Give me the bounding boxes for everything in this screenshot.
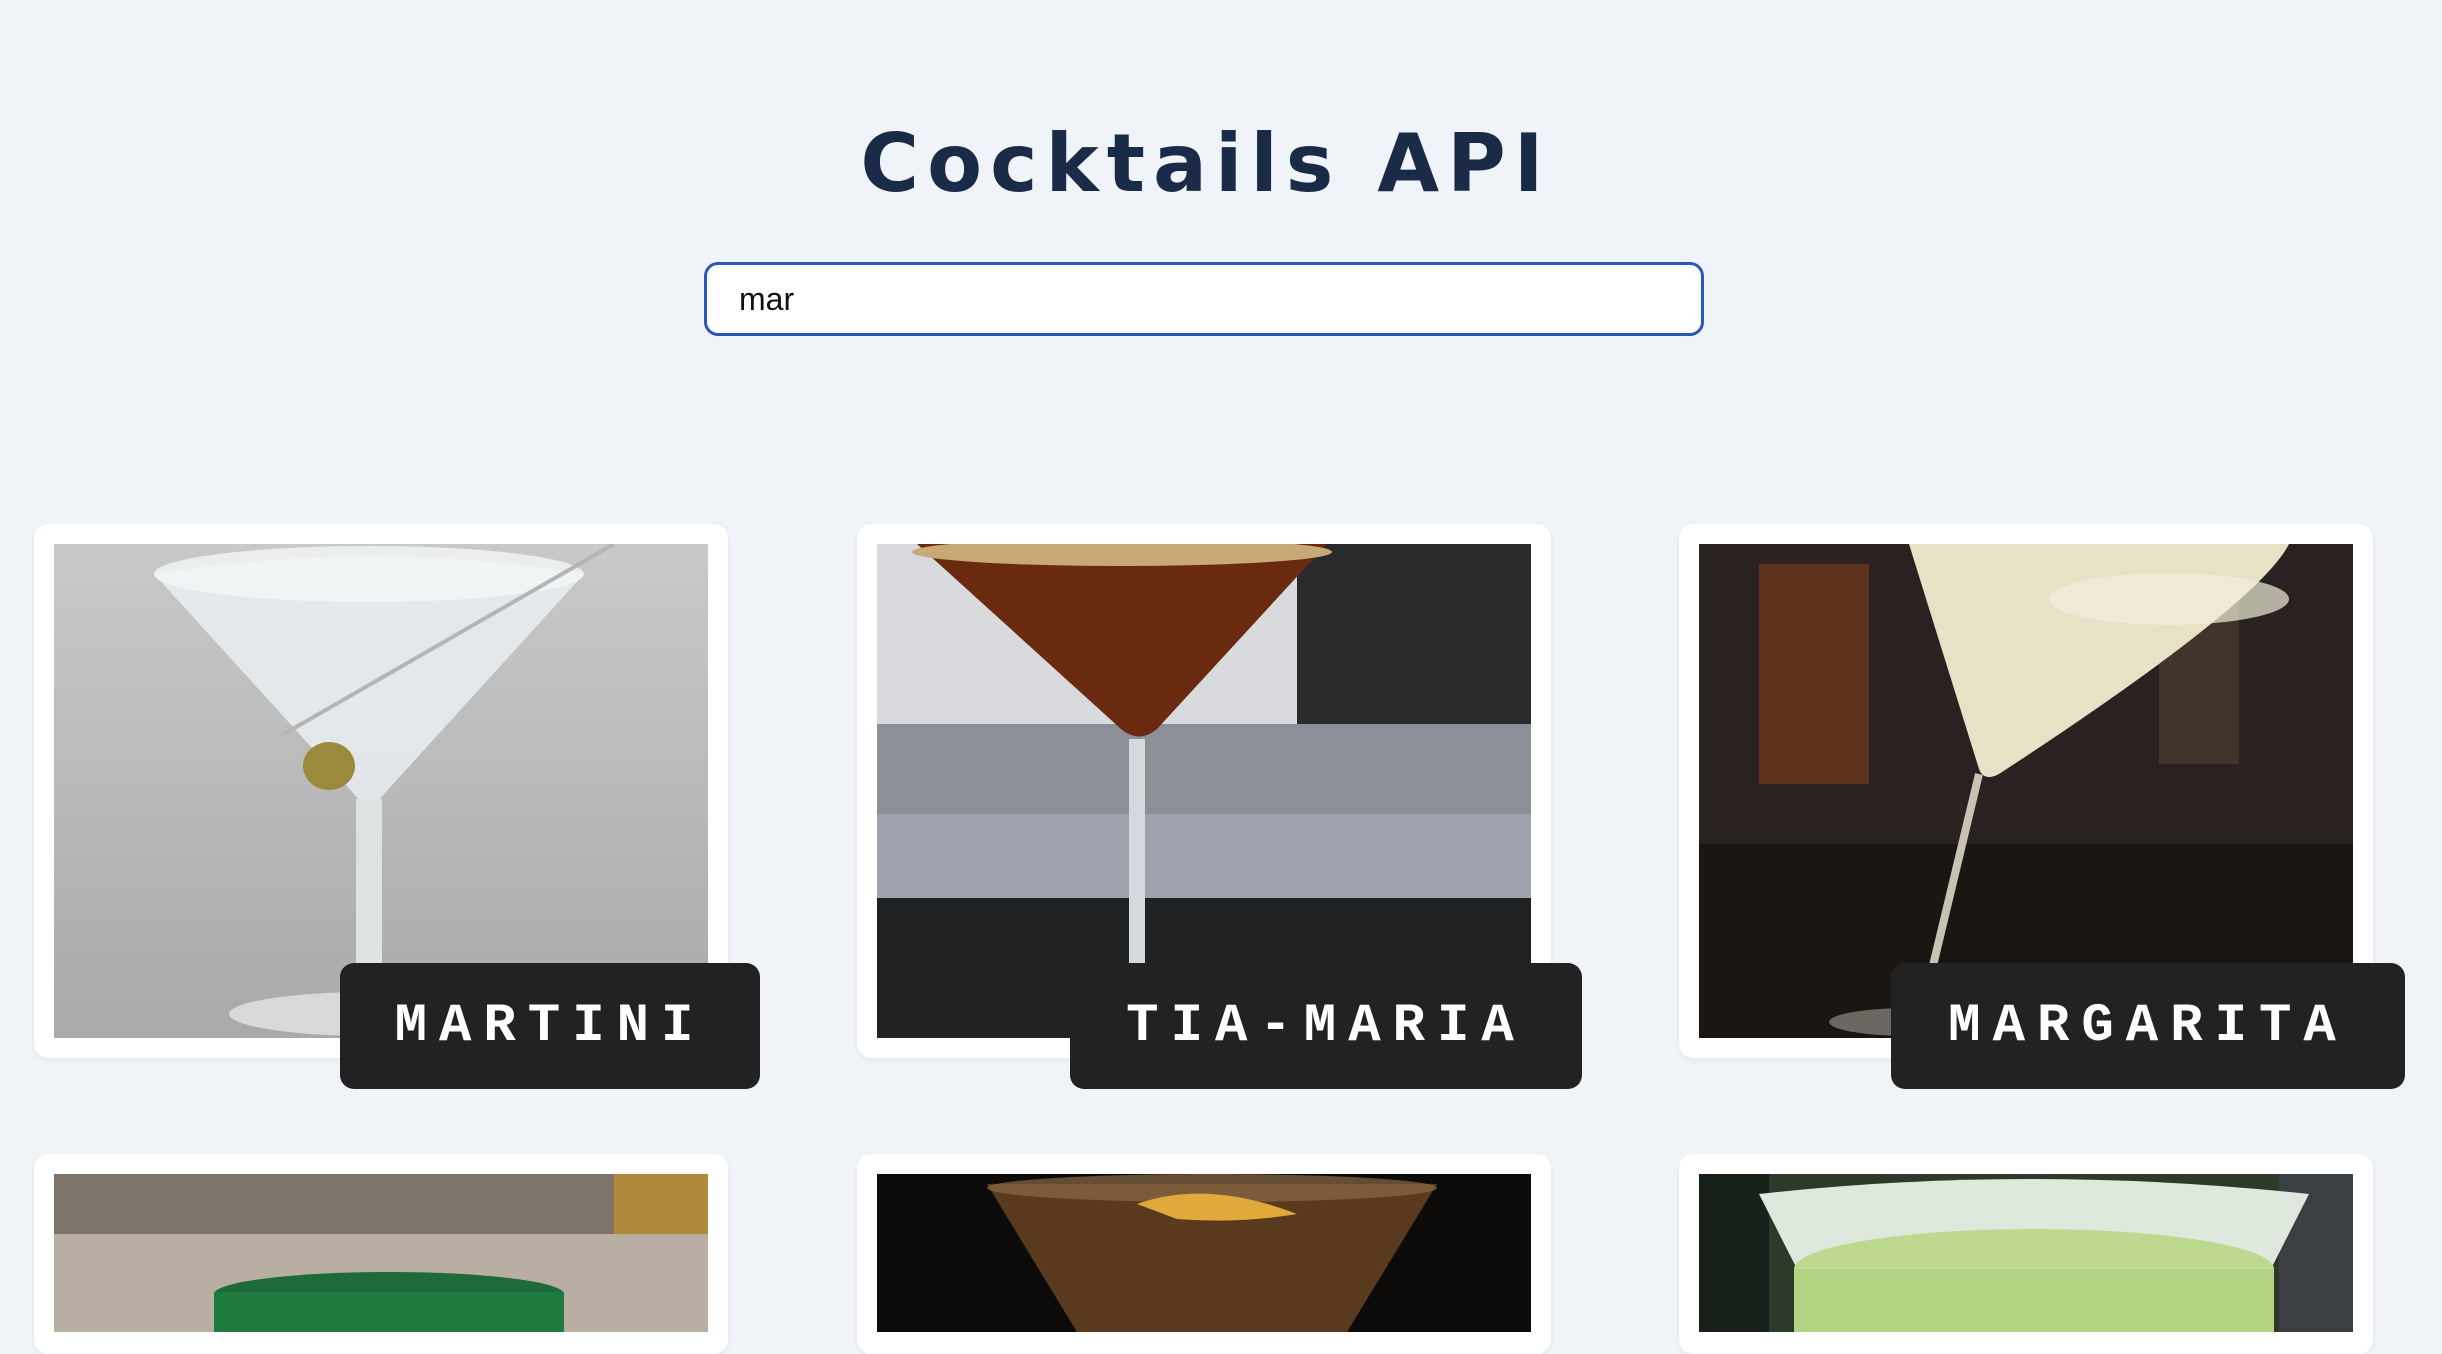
cocktail-image-4 <box>54 1174 708 1332</box>
cocktail-name-martini[interactable]: MARTINI <box>340 963 760 1089</box>
cocktail-card-4[interactable] <box>34 1154 728 1354</box>
cocktail-name-tia-maria[interactable]: TIA-MARIA <box>1070 963 1582 1089</box>
page-title: Cocktails API <box>860 117 1552 210</box>
cocktail-image-5 <box>877 1174 1531 1332</box>
cocktail-card-5[interactable] <box>857 1154 1551 1354</box>
cocktail-card-6[interactable] <box>1679 1154 2373 1354</box>
search-input[interactable] <box>704 262 1704 336</box>
cocktail-image-6 <box>1699 1174 2353 1332</box>
cocktail-name-margarita[interactable]: MARGARITA <box>1891 963 2405 1089</box>
